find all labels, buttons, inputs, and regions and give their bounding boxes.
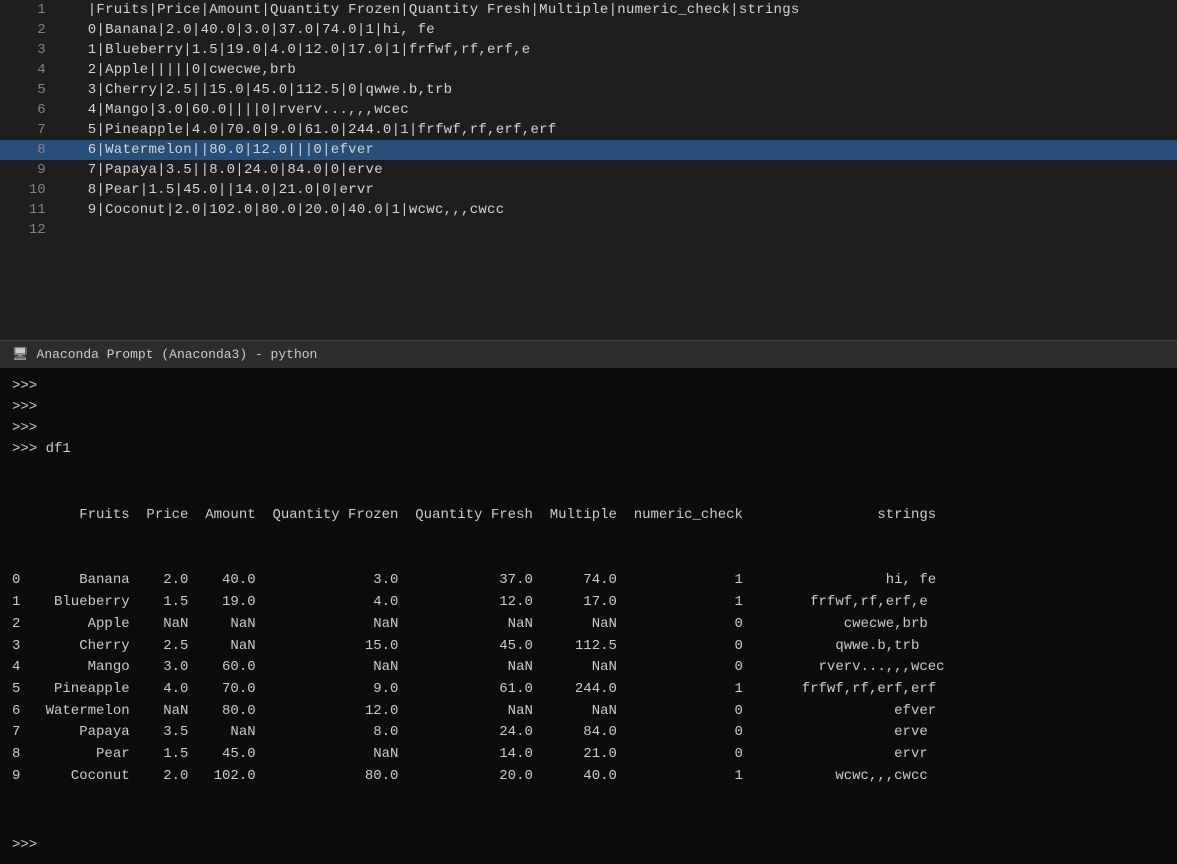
df-output: Fruits Price Amount Quantity Frozen Quan…	[12, 462, 1165, 831]
editor-line: 11 9|Coconut|2.0|102.0|80.0|20.0|40.0|1|…	[0, 200, 1177, 220]
prompt-line: >>>	[12, 418, 1165, 439]
line-number: 3	[0, 40, 62, 60]
line-content: 2|Apple|||||0|cwecwe,brb	[62, 60, 1177, 80]
line-content: 1|Blueberry|1.5|19.0|4.0|12.0|17.0|1|frf…	[62, 40, 1177, 60]
editor-line: 6 4|Mango|3.0|60.0||||0|rverv...,,,wcec	[0, 100, 1177, 120]
terminal-panel[interactable]: >>>>>>>>>>>> df1 Fruits Price Amount Qua…	[0, 368, 1177, 864]
line-content: |Fruits|Price|Amount|Quantity Frozen|Qua…	[62, 0, 1177, 20]
line-content: 3|Cherry|2.5||15.0|45.0|112.5|0|qwwe.b,t…	[62, 80, 1177, 100]
editor-line: 12	[0, 220, 1177, 240]
editor-line: 10 8|Pear|1.5|45.0||14.0|21.0|0|ervr	[0, 180, 1177, 200]
prompt-line: >>>	[12, 376, 1165, 397]
line-number: 10	[0, 180, 62, 200]
line-number: 12	[0, 220, 62, 240]
df-data-row: 6 Watermelon NaN 80.0 12.0 NaN NaN 0 efv…	[12, 701, 1165, 723]
prompt-line: >>>	[12, 397, 1165, 418]
df-data-row: 0 Banana 2.0 40.0 3.0 37.0 74.0 1 hi, fe	[12, 570, 1165, 592]
editor-line: 5 3|Cherry|2.5||15.0|45.0|112.5|0|qwwe.b…	[0, 80, 1177, 100]
line-content: 5|Pineapple|4.0|70.0|9.0|61.0|244.0|1|fr…	[62, 120, 1177, 140]
line-number: 7	[0, 120, 62, 140]
editor-line: 8 6|Watermelon||80.0|12.0|||0|efver	[0, 140, 1177, 160]
line-number: 5	[0, 80, 62, 100]
df-data-row: 7 Papaya 3.5 NaN 8.0 24.0 84.0 0 erve	[12, 722, 1165, 744]
prompt-line: >>> df1	[12, 439, 1165, 460]
df-data-row: 2 Apple NaN NaN NaN NaN NaN 0 cwecwe,brb	[12, 614, 1165, 636]
line-content: 6|Watermelon||80.0|12.0|||0|efver	[62, 140, 1177, 160]
line-number: 9	[0, 160, 62, 180]
line-number: 11	[0, 200, 62, 220]
line-number: 1	[0, 0, 62, 20]
df-data-row: 9 Coconut 2.0 102.0 80.0 20.0 40.0 1 wcw…	[12, 766, 1165, 788]
line-content: 8|Pear|1.5|45.0||14.0|21.0|0|ervr	[62, 180, 1177, 200]
line-content: 7|Papaya|3.5||8.0|24.0|84.0|0|erve	[62, 160, 1177, 180]
titlebar: 🖥 Anaconda Prompt (Anaconda3) - python	[0, 340, 1177, 368]
editor-line: 3 1|Blueberry|1.5|19.0|4.0|12.0|17.0|1|f…	[0, 40, 1177, 60]
line-number: 8	[0, 140, 62, 160]
titlebar-label: Anaconda Prompt (Anaconda3) - python	[37, 347, 318, 362]
df-data-row: 5 Pineapple 4.0 70.0 9.0 61.0 244.0 1 fr…	[12, 679, 1165, 701]
editor-line: 1 |Fruits|Price|Amount|Quantity Frozen|Q…	[0, 0, 1177, 20]
df-header: Fruits Price Amount Quantity Frozen Quan…	[12, 505, 1165, 527]
editor-panel: 1 |Fruits|Price|Amount|Quantity Frozen|Q…	[0, 0, 1177, 340]
line-number: 4	[0, 60, 62, 80]
df-data-row: 4 Mango 3.0 60.0 NaN NaN NaN 0 rverv...,…	[12, 657, 1165, 679]
terminal-prompts: >>>>>>>>>>>> df1	[12, 376, 1165, 460]
df-data-row: 8 Pear 1.5 45.0 NaN 14.0 21.0 0 ervr	[12, 744, 1165, 766]
df-data-row: 3 Cherry 2.5 NaN 15.0 45.0 112.5 0 qwwe.…	[12, 636, 1165, 658]
editor-line: 4 2|Apple|||||0|cwecwe,brb	[0, 60, 1177, 80]
editor-lines: 1 |Fruits|Price|Amount|Quantity Frozen|Q…	[0, 0, 1177, 240]
line-content: 4|Mango|3.0|60.0||||0|rverv...,,,wcec	[62, 100, 1177, 120]
df-rows: 0 Banana 2.0 40.0 3.0 37.0 74.0 1 hi, fe…	[12, 570, 1165, 787]
line-number: 2	[0, 20, 62, 40]
line-content	[62, 220, 1177, 240]
terminal-bottom-prompt: >>>	[12, 835, 1165, 856]
line-content: 0|Banana|2.0|40.0|3.0|37.0|74.0|1|hi, fe	[62, 20, 1177, 40]
editor-line: 2 0|Banana|2.0|40.0|3.0|37.0|74.0|1|hi, …	[0, 20, 1177, 40]
editor-line: 9 7|Papaya|3.5||8.0|24.0|84.0|0|erve	[0, 160, 1177, 180]
df-data-row: 1 Blueberry 1.5 19.0 4.0 12.0 17.0 1 frf…	[12, 592, 1165, 614]
line-content: 9|Coconut|2.0|102.0|80.0|20.0|40.0|1|wcw…	[62, 200, 1177, 220]
line-number: 6	[0, 100, 62, 120]
editor-line: 7 5|Pineapple|4.0|70.0|9.0|61.0|244.0|1|…	[0, 120, 1177, 140]
titlebar-icon: 🖥	[12, 347, 29, 362]
